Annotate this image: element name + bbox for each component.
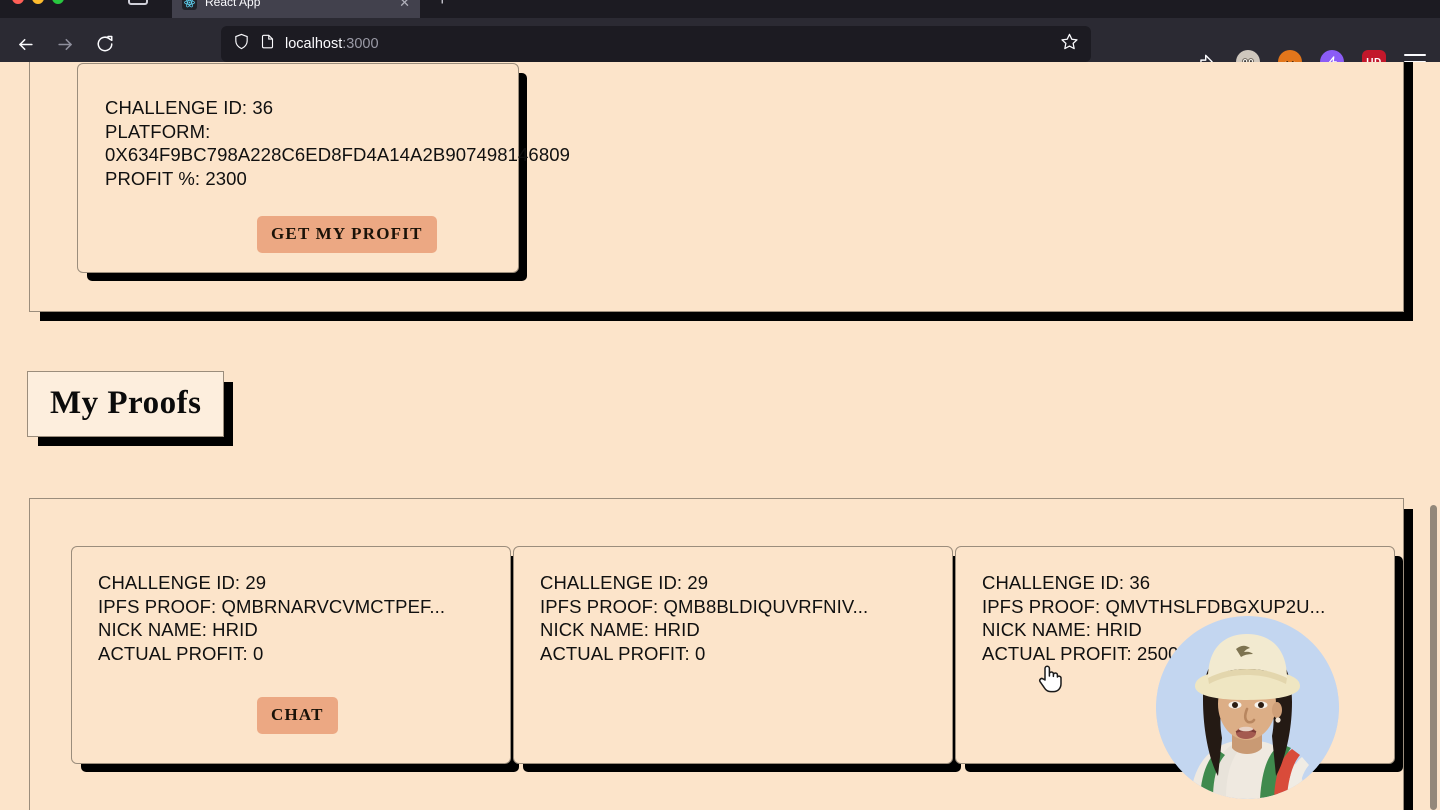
platform-label-line: PLATFORM:	[105, 120, 211, 142]
challenges-panel: CHALLENGE ID: 36 PLATFORM: 0X634F9BC798A…	[29, 62, 1404, 312]
forward-arrow-icon[interactable]	[48, 27, 82, 61]
chat-button[interactable]: CHAT	[257, 697, 338, 734]
webcam-person-image	[1156, 616, 1339, 799]
platform-address-line: 0X634F9BC798A228C6ED8FD4A14A2B9074981468…	[105, 144, 570, 165]
sidebar-toggle-icon[interactable]	[128, 0, 148, 5]
actual-profit-line: ACTUAL PROFIT: 0	[540, 642, 706, 664]
tab-title: React App	[205, 0, 261, 9]
shield-icon[interactable]	[233, 33, 250, 55]
address-bar[interactable]: localhost:3000	[221, 26, 1091, 62]
get-my-profit-button[interactable]: GET MY PROFIT	[257, 216, 437, 253]
actual-profit-line: ACTUAL PROFIT: 0	[98, 642, 264, 664]
close-window-button[interactable]	[12, 0, 24, 4]
nick-name-line: NICK NAME: HRID	[540, 619, 700, 640]
challenge-id-line: CHALLENGE ID: 36	[982, 572, 1151, 593]
proof-card[interactable]: CHALLENGE ID: 29 IPFS PROOF: QMB8BLDIQUV…	[513, 546, 953, 764]
page-icon	[260, 33, 275, 55]
challenge-id-line: CHALLENGE ID: 29	[98, 572, 267, 593]
challenge-card[interactable]: CHALLENGE ID: 36 PLATFORM: 0X634F9BC798A…	[77, 63, 570, 273]
page-viewport: CHALLENGE ID: 36 PLATFORM: 0X634F9BC798A…	[0, 62, 1440, 810]
page-scrollbar[interactable]	[1426, 62, 1440, 810]
window-controls	[12, 0, 64, 4]
webcam-video-bubble[interactable]	[1156, 616, 1339, 799]
react-icon	[182, 0, 197, 10]
page-title: My Proofs	[50, 385, 202, 421]
back-arrow-icon[interactable]	[8, 27, 42, 61]
url-text[interactable]: localhost:3000	[285, 36, 1050, 52]
reload-icon[interactable]	[88, 27, 122, 61]
tab-strip: React App ✕ +	[0, 0, 1440, 18]
my-proofs-heading: My Proofs	[27, 371, 225, 437]
nick-name-line: NICK NAME: HRID	[98, 619, 258, 640]
close-icon[interactable]: ✕	[399, 0, 410, 9]
star-icon[interactable]	[1060, 32, 1079, 56]
browser-window: React App ✕ +	[0, 0, 1440, 810]
challenge-id-line: CHALLENGE ID: 29	[540, 572, 709, 593]
challenge-id-line: CHALLENGE ID: 36	[105, 97, 274, 118]
maximize-window-button[interactable]	[52, 0, 64, 4]
ipfs-proof-line: IPFS PROOF: QMBRNARVCVMCTPEF...	[98, 595, 446, 617]
minimize-window-button[interactable]	[32, 0, 44, 4]
browser-tab[interactable]: React App ✕	[172, 0, 420, 18]
new-tab-button[interactable]: +	[437, 0, 448, 8]
ipfs-proof-line: IPFS PROOF: QMVTHSLFDBGXUP2U...	[982, 595, 1326, 617]
proof-card[interactable]: CHALLENGE ID: 29 IPFS PROOF: QMBRNARVCVM…	[71, 546, 511, 764]
scrollbar-thumb[interactable]	[1430, 505, 1437, 810]
ipfs-proof-line: IPFS PROOF: QMB8BLDIQUVRFNIV...	[540, 595, 869, 617]
profit-percent-line: PROFIT %: 2300	[105, 167, 247, 189]
